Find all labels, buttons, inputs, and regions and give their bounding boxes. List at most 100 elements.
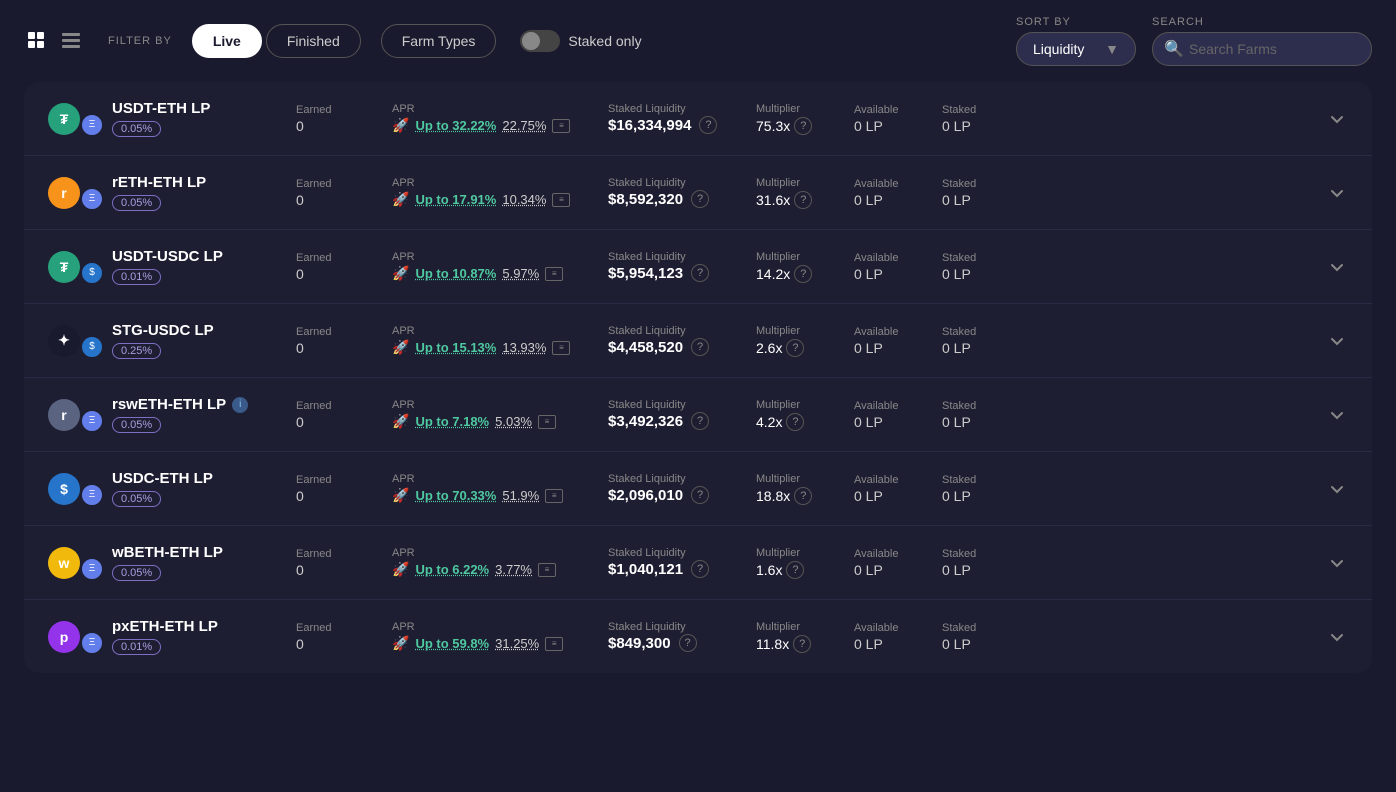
multiplier-label: Multiplier: [756, 399, 846, 411]
apr-calculator-icon[interactable]: ≡: [538, 415, 556, 429]
apr-calculator-icon[interactable]: ≡: [552, 119, 570, 133]
question-icon[interactable]: ?: [691, 412, 709, 430]
multiplier-label: Multiplier: [756, 103, 846, 115]
question-icon[interactable]: ?: [679, 634, 697, 652]
apr-values: 🚀 Up to 17.91% 10.34% ≡: [392, 191, 592, 208]
earned-label: Earned: [296, 326, 376, 338]
staked-col: Staked 0 LP: [942, 252, 1022, 282]
table-row[interactable]: ₮ $ USDT-USDC LP 0.01% Earned 0 APR 🚀 Up…: [24, 230, 1372, 304]
finished-filter-button[interactable]: Finished: [266, 24, 361, 58]
apr-regular-value: 10.34%: [502, 192, 546, 207]
question-icon[interactable]: ?: [691, 190, 709, 208]
earned-col: Earned 0: [296, 400, 376, 430]
info-icon: i: [232, 397, 248, 413]
staked-col: Staked 0 LP: [942, 548, 1022, 578]
earned-label: Earned: [296, 400, 376, 412]
multiplier-question-icon[interactable]: ?: [793, 635, 811, 653]
available-label: Available: [854, 474, 934, 486]
grid-view-button[interactable]: [24, 28, 50, 54]
apr-calculator-icon[interactable]: ≡: [552, 193, 570, 207]
multiplier-value: 11.8x ?: [756, 635, 846, 653]
earned-value: 0: [296, 118, 376, 134]
question-icon[interactable]: ?: [691, 264, 709, 282]
staked-label: Staked: [942, 474, 1022, 486]
expand-button[interactable]: [1326, 552, 1348, 574]
apr-up-value[interactable]: Up to 70.33%: [415, 488, 496, 503]
available-value: 0 LP: [854, 118, 934, 134]
apr-values: 🚀 Up to 10.87% 5.97% ≡: [392, 265, 592, 282]
staked-only-label: Staked only: [568, 33, 641, 49]
farm-badge: 0.05%: [112, 491, 161, 507]
staked-liq-value: $3,492,326: [608, 413, 683, 430]
apr-col: APR 🚀 Up to 59.8% 31.25% ≡: [392, 621, 592, 652]
expand-button[interactable]: [1326, 108, 1348, 130]
apr-col: APR 🚀 Up to 15.13% 13.93% ≡: [392, 325, 592, 356]
staked-liquidity-col: Staked Liquidity $3,492,326 ?: [608, 399, 748, 430]
apr-up-value[interactable]: Up to 10.87%: [415, 266, 496, 281]
table-row[interactable]: w Ξ wBETH-ETH LP 0.05% Earned 0 APR 🚀 Up…: [24, 526, 1372, 600]
table-row[interactable]: r Ξ rswETH-ETH LP i 0.05% Earned 0 APR 🚀…: [24, 378, 1372, 452]
apr-up-value[interactable]: Up to 59.8%: [415, 636, 489, 651]
question-icon[interactable]: ?: [691, 486, 709, 504]
apr-up-value[interactable]: Up to 7.18%: [415, 414, 489, 429]
staked-label: Staked: [942, 326, 1022, 338]
apr-calculator-icon[interactable]: ≡: [545, 267, 563, 281]
list-view-button[interactable]: [58, 28, 84, 54]
multiplier-question-icon[interactable]: ?: [794, 265, 812, 283]
multiplier-question-icon[interactable]: ?: [794, 487, 812, 505]
filter-group: Live Finished: [192, 24, 365, 58]
multiplier-question-icon[interactable]: ?: [786, 561, 804, 579]
available-value: 0 LP: [854, 636, 934, 652]
apr-up-value[interactable]: Up to 17.91%: [415, 192, 496, 207]
apr-up-value[interactable]: Up to 32.22%: [415, 118, 496, 133]
staked-only-toggle[interactable]: [520, 30, 560, 52]
farm-icon-main: ₮: [48, 103, 80, 135]
apr-calculator-icon[interactable]: ≡: [545, 489, 563, 503]
farm-name: rETH-ETH LP: [112, 174, 206, 191]
expand-button[interactable]: [1326, 478, 1348, 500]
table-row[interactable]: ₮ Ξ USDT-ETH LP 0.05% Earned 0 APR 🚀 Up …: [24, 82, 1372, 156]
multiplier-col: Multiplier 11.8x ?: [756, 621, 846, 653]
table-row[interactable]: r Ξ rETH-ETH LP 0.05% Earned 0 APR 🚀 Up …: [24, 156, 1372, 230]
expand-button[interactable]: [1326, 182, 1348, 204]
staked-liq-value: $4,458,520: [608, 339, 683, 356]
multiplier-label: Multiplier: [756, 325, 846, 337]
question-icon[interactable]: ?: [699, 116, 717, 134]
expand-button[interactable]: [1326, 256, 1348, 278]
apr-up-value[interactable]: Up to 6.22%: [415, 562, 489, 577]
staked-liquidity-col: Staked Liquidity $5,954,123 ?: [608, 251, 748, 282]
farm-types-button[interactable]: Farm Types: [381, 24, 497, 58]
chevron-down-icon: ▼: [1105, 41, 1119, 57]
farm-icon-main: r: [48, 399, 80, 431]
expand-button[interactable]: [1326, 330, 1348, 352]
apr-up-value[interactable]: Up to 15.13%: [415, 340, 496, 355]
table-row[interactable]: p Ξ pxETH-ETH LP 0.01% Earned 0 APR 🚀 Up…: [24, 600, 1372, 673]
live-filter-button[interactable]: Live: [192, 24, 262, 58]
question-icon[interactable]: ?: [691, 338, 709, 356]
expand-button[interactable]: [1326, 404, 1348, 426]
apr-calculator-icon[interactable]: ≡: [538, 563, 556, 577]
staked-liquidity-col: Staked Liquidity $1,040,121 ?: [608, 547, 748, 578]
table-row[interactable]: ✦ $ STG-USDC LP 0.25% Earned 0 APR 🚀 Up …: [24, 304, 1372, 378]
apr-regular-value: 31.25%: [495, 636, 539, 651]
multiplier-question-icon[interactable]: ?: [794, 191, 812, 209]
question-icon[interactable]: ?: [691, 560, 709, 578]
farm-name-col: wBETH-ETH LP 0.05%: [112, 544, 272, 581]
multiplier-question-icon[interactable]: ?: [794, 117, 812, 135]
expand-button[interactable]: [1326, 626, 1348, 648]
apr-calculator-icon[interactable]: ≡: [552, 341, 570, 355]
table-row[interactable]: $ Ξ USDC-ETH LP 0.05% Earned 0 APR 🚀 Up …: [24, 452, 1372, 526]
rocket-icon: 🚀: [392, 265, 409, 282]
staked-value: 0 LP: [942, 266, 1022, 282]
sort-dropdown[interactable]: Liquidity ▼: [1016, 32, 1136, 66]
staked-value: 0 LP: [942, 562, 1022, 578]
rocket-icon: 🚀: [392, 339, 409, 356]
search-input[interactable]: [1152, 32, 1372, 66]
multiplier-value: 4.2x ?: [756, 413, 846, 431]
multiplier-question-icon[interactable]: ?: [786, 339, 804, 357]
multiplier-label: Multiplier: [756, 547, 846, 559]
available-col: Available 0 LP: [854, 104, 934, 134]
staked-liquidity-col: Staked Liquidity $2,096,010 ?: [608, 473, 748, 504]
apr-calculator-icon[interactable]: ≡: [545, 637, 563, 651]
multiplier-question-icon[interactable]: ?: [786, 413, 804, 431]
